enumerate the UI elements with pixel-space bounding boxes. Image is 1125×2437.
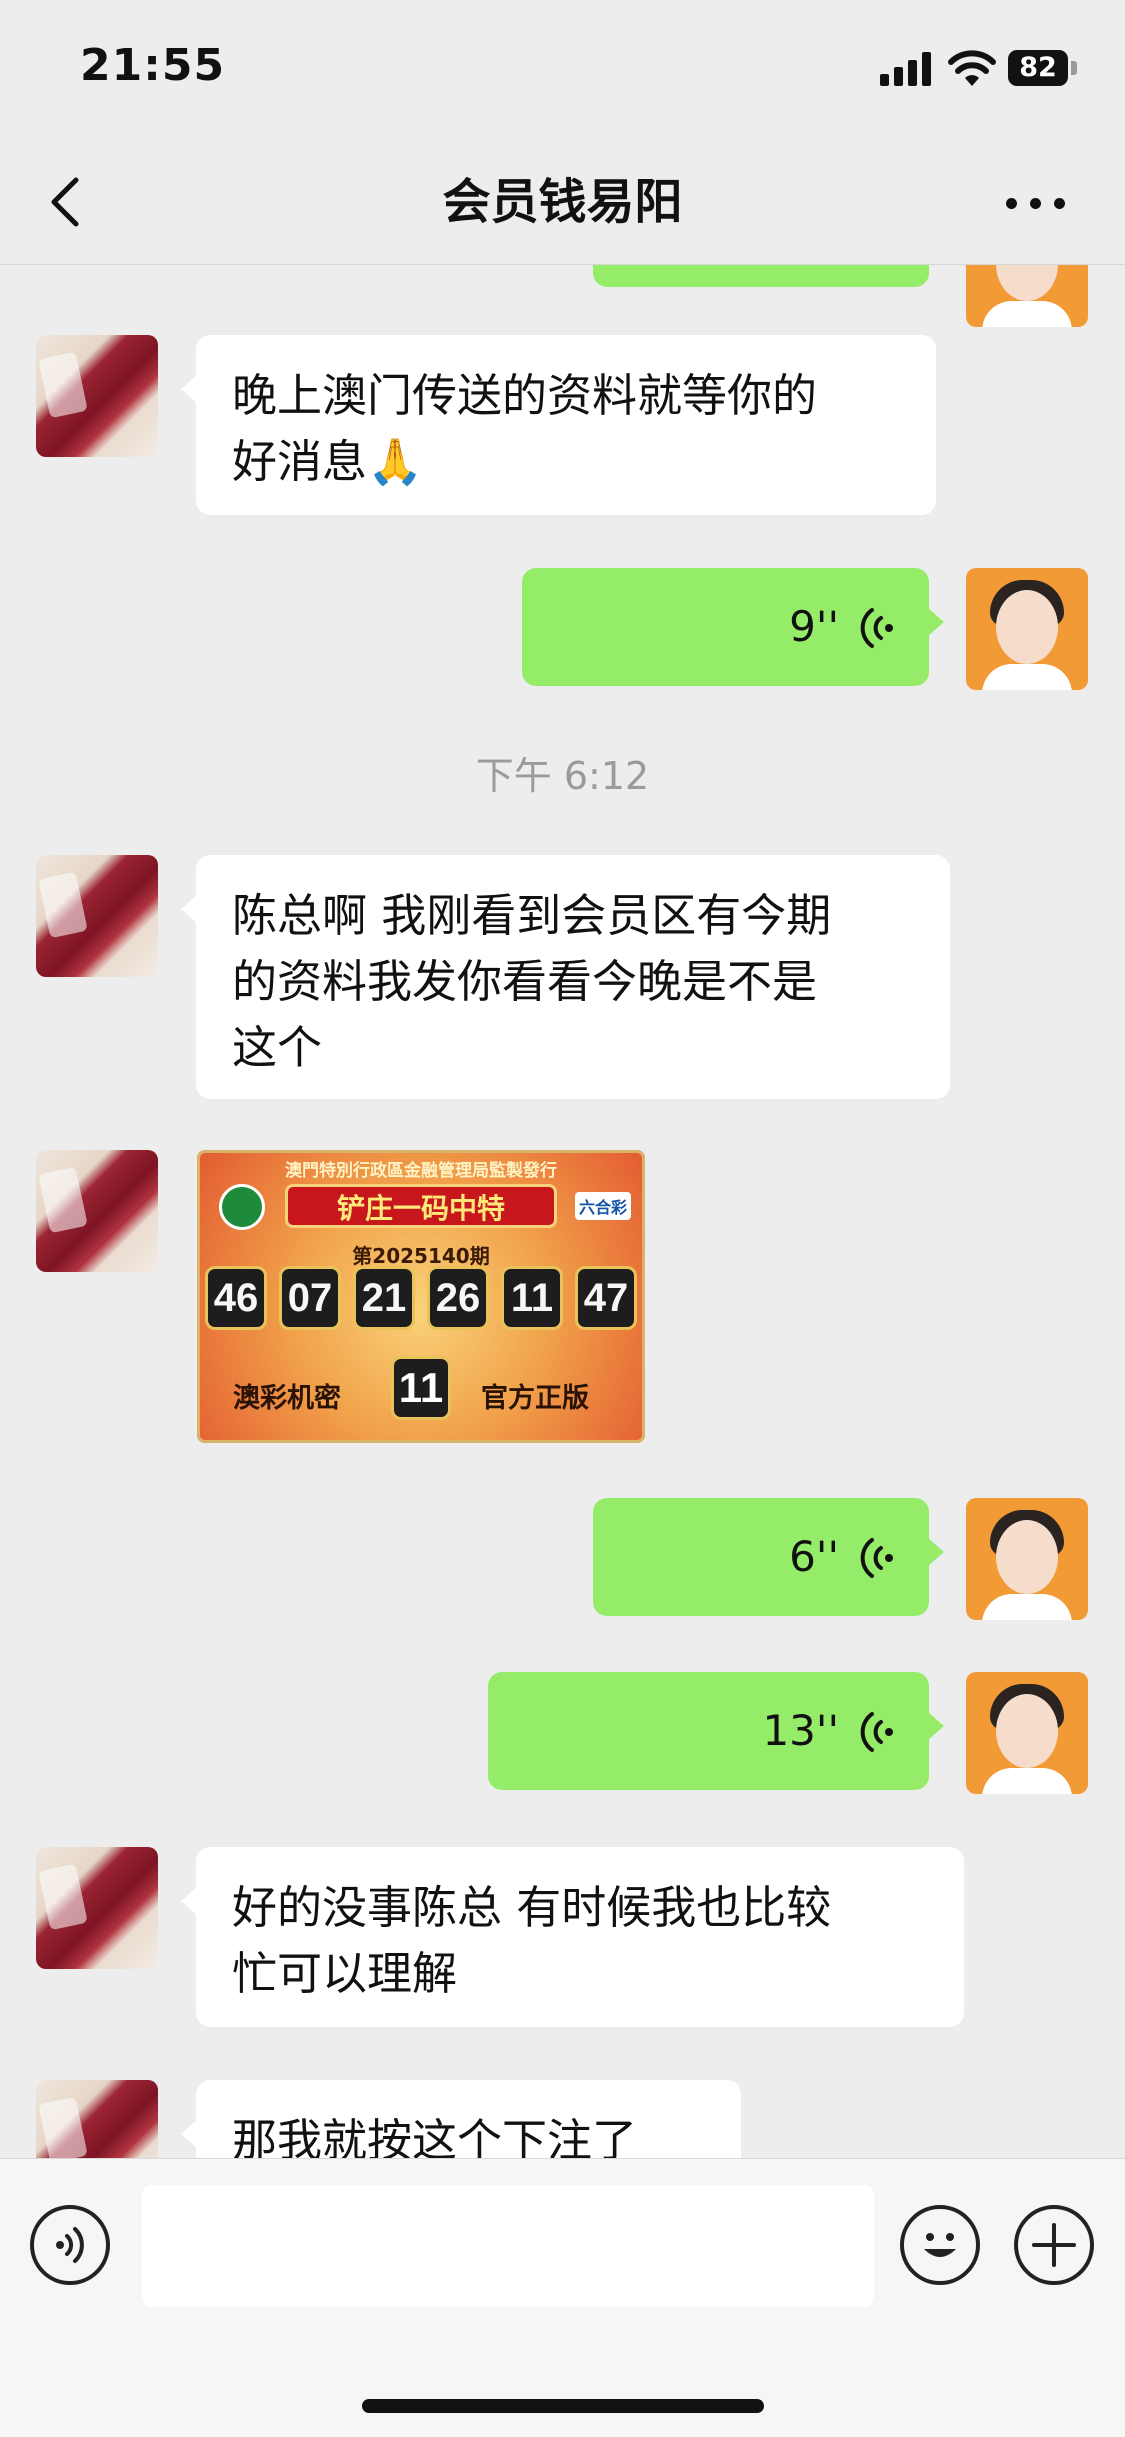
time-separator: 下午 6:12 [475,754,650,798]
message-line: 陈总啊 我刚看到会员区有今期 [232,889,832,942]
message-line: 晚上澳门传送的资料就等你的 [232,369,818,422]
message-bubble[interactable]: 好的没事陈总 有时候我也比较 忙可以理解 [181,1847,964,2027]
image-right-label: 官方正版 [481,1383,589,1414]
voice-duration: 13'' [762,1706,839,1755]
lottery-image[interactable]: 澳門特別行政區金融管理局監製發行 铲庄一码中特 六合彩 第2025140期 46… [197,1150,645,1443]
peer-avatar[interactable] [36,1847,158,1969]
voice-wave-icon [860,608,893,648]
peer-avatar[interactable] [36,1150,158,1272]
plus-icon[interactable] [1014,2205,1094,2285]
voice-input-icon[interactable] [30,2205,110,2285]
chat-title: 会员钱易阳 [442,174,683,230]
number-ball: 11 [501,1266,563,1330]
message-line: 忙可以理解 [232,1947,458,2000]
number-ball: 46 [205,1266,267,1330]
number-ball: 47 [575,1266,637,1330]
partial-voice-bubble[interactable] [593,265,929,287]
self-avatar[interactable] [966,568,1088,690]
message-bubble[interactable]: 那我就按这个下注了 [181,2080,741,2158]
message-line: 这个 [232,1021,323,1074]
message-bubble[interactable]: 晚上澳门传送的资料就等你的 好消息🙏 [181,335,936,515]
number-row: 46 07 21 26 11 47 [205,1266,637,1330]
chat-area[interactable]: 晚上澳门传送的资料就等你的 好消息🙏 9'' 下午 6:12 陈总啊 我刚看到会… [0,265,1125,2158]
voice-message-bubble[interactable]: 9'' [522,568,944,686]
more-dots-icon[interactable] [1000,184,1072,220]
nav-bar: 会员钱易阳 [0,140,1125,265]
peer-avatar[interactable] [36,335,158,457]
wifi-icon [948,50,996,86]
input-bar [0,2158,1125,2437]
emblem-icon [219,1184,265,1230]
image-banner: 铲庄一码中特 [285,1184,557,1228]
voice-message-bubble[interactable]: 6'' [593,1498,944,1616]
voice-message-bubble[interactable]: 13'' [488,1672,944,1790]
voice-duration: 6'' [789,1532,839,1581]
self-avatar[interactable] [966,1672,1088,1794]
message-line: 好的没事陈总 有时候我也比较 [232,1881,832,1934]
message-line: 那我就按这个下注了 [232,2114,638,2158]
status-bar: 21:55 82 [0,0,1125,140]
message-line: 的资料我发你看看今晚是不是 [232,955,818,1008]
voice-wave-icon [860,1538,893,1578]
self-avatar[interactable] [966,1498,1088,1620]
message-bubble[interactable]: 陈总啊 我刚看到会员区有今期 的资料我发你看看今晚是不是 这个 [181,855,950,1099]
message-input[interactable] [142,2185,874,2307]
image-top-text: 澳門特別行政區金融管理局監製發行 [285,1161,557,1181]
home-indicator[interactable] [362,2399,764,2413]
number-ball: 26 [427,1266,489,1330]
image-issue: 第2025140期 [352,1244,490,1268]
image-left-label: 澳彩机密 [233,1383,341,1414]
number-ball: 21 [353,1266,415,1330]
message-line: 好消息🙏 [232,435,424,488]
voice-duration: 9'' [789,602,839,651]
image-logo: 六合彩 [574,1192,631,1220]
signal-icon [880,52,932,86]
peer-avatar[interactable] [36,2080,158,2158]
self-avatar[interactable] [966,265,1088,327]
battery-icon: 82 [1008,50,1078,86]
battery-level: 82 [1008,50,1068,86]
number-ball: 07 [279,1266,341,1330]
status-time: 21:55 [80,40,226,91]
voice-wave-icon [860,1712,893,1752]
special-number: 11 [391,1356,451,1420]
emoji-icon[interactable] [900,2205,980,2285]
peer-avatar[interactable] [36,855,158,977]
